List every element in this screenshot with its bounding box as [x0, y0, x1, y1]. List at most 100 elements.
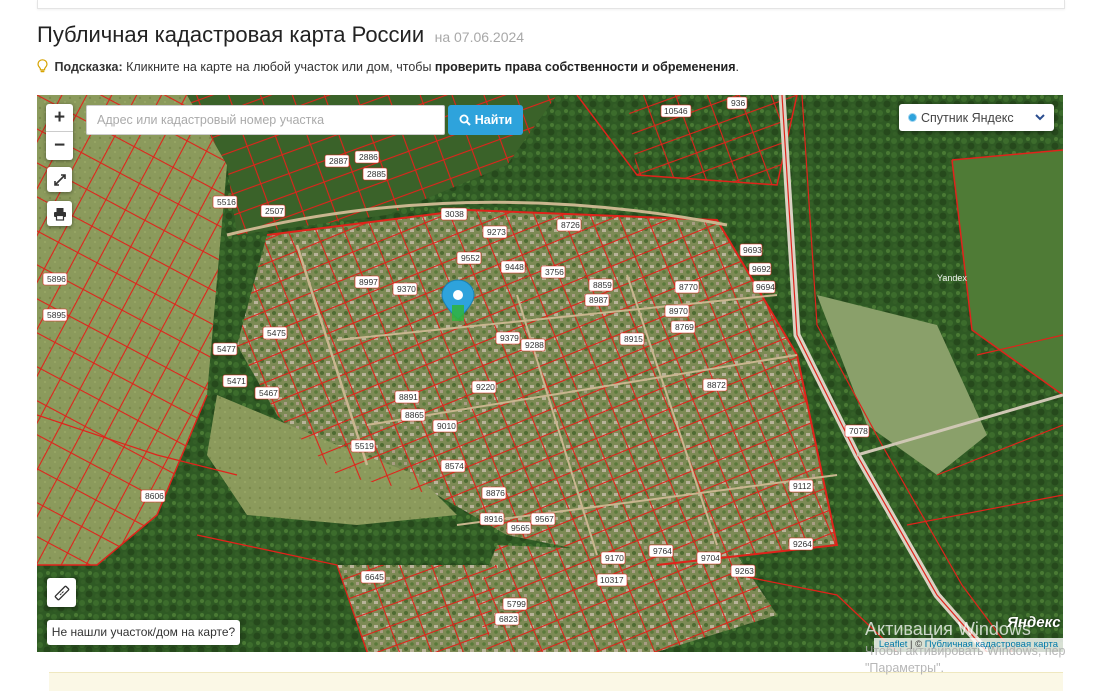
measure-button[interactable] [47, 578, 76, 607]
plot-label: 8970 [664, 304, 690, 318]
svg-text:3038: 3038 [445, 209, 464, 219]
plot-label: 8726 [556, 218, 582, 232]
plot-label: 9565 [506, 521, 532, 535]
svg-text:5516: 5516 [217, 197, 236, 207]
plot-label: 9448 [500, 260, 526, 274]
plot-label: 5516 [212, 195, 238, 209]
plot-label: 8872 [702, 378, 728, 392]
svg-text:5519: 5519 [355, 441, 374, 451]
svg-text:9010: 9010 [437, 421, 456, 431]
zoom-control: + − [46, 104, 73, 160]
svg-text:9370: 9370 [397, 284, 416, 294]
search-button[interactable]: Найти [448, 105, 523, 135]
plot-label: 6823 [494, 612, 520, 626]
ownership-check-link[interactable]: проверить права собственности и обремене… [435, 60, 736, 74]
plot-label: 8769 [670, 320, 696, 334]
svg-text:8865: 8865 [405, 410, 424, 420]
plot-label: 8916 [479, 512, 505, 526]
svg-text:9692: 9692 [752, 264, 771, 274]
plot-label: 5895 [42, 308, 68, 322]
svg-text:8970: 8970 [669, 306, 688, 316]
layer-select-value: Спутник Яндекс [921, 110, 1014, 125]
windows-activation-text: Чтобы активировать Windows, пер [865, 644, 1066, 658]
plot-label: 2886 [354, 150, 380, 164]
plot-label: 9704 [696, 551, 722, 565]
satellite-imagery[interactable]: 2887 2886 2885 3038 8726 9273 9552 9448 … [37, 95, 1063, 652]
address-search-input[interactable] [86, 105, 445, 135]
plot-label: 9273 [482, 225, 508, 239]
lightbulb-icon [37, 59, 48, 73]
plot-label: 9263 [730, 564, 756, 578]
plot-label: 8891 [394, 390, 420, 404]
plot-label: 8876 [481, 486, 507, 500]
svg-text:5467: 5467 [259, 388, 278, 398]
plot-label: 2885 [362, 167, 388, 181]
print-button[interactable] [47, 201, 72, 226]
plot-label: 10317 [596, 573, 628, 587]
plot-label: 5471 [222, 374, 248, 388]
svg-text:8770: 8770 [679, 282, 698, 292]
svg-text:8916: 8916 [484, 514, 503, 524]
svg-text:9264: 9264 [793, 539, 812, 549]
svg-text:8606: 8606 [145, 491, 164, 501]
hint: Подсказка: Кликните на карте на любой уч… [37, 59, 739, 74]
hint-text: Кликните на карте на любой участок или д… [122, 60, 435, 74]
svg-text:10317: 10317 [600, 575, 624, 585]
layer-select[interactable]: Спутник Яндекс [899, 104, 1054, 131]
plot-label: 9567 [530, 512, 556, 526]
plot-label: 2887 [324, 154, 350, 168]
plot-label: 2507 [260, 204, 286, 218]
zoom-in-button[interactable]: + [46, 104, 73, 132]
windows-activation-title: Активация Windows [865, 619, 1031, 639]
svg-text:2885: 2885 [367, 169, 386, 179]
svg-text:9764: 9764 [653, 546, 672, 556]
svg-text:9273: 9273 [487, 227, 506, 237]
ruler-icon [54, 585, 69, 600]
chevron-down-icon [1035, 114, 1045, 121]
plot-label: 3756 [540, 265, 566, 279]
hint-label: Подсказка: [54, 60, 123, 74]
plot-label: 9694 [752, 280, 776, 294]
plot-label: 5799 [502, 597, 528, 611]
svg-text:8891: 8891 [399, 392, 418, 402]
not-found-button[interactable]: Не нашли участок/дом на карте? [47, 620, 240, 645]
plot-label: 5475 [262, 326, 288, 340]
search-icon [459, 114, 471, 126]
svg-text:8915: 8915 [624, 334, 643, 344]
plot-label: 5477 [212, 342, 238, 356]
hint-end: . [735, 60, 740, 74]
svg-text:7078: 7078 [849, 426, 868, 436]
plot-label: 3038 [440, 207, 468, 221]
windows-activation-text-2: "Параметры". [865, 661, 944, 675]
zoom-out-button[interactable]: − [46, 132, 73, 160]
plot-label: 5467 [254, 386, 280, 400]
plot-label: 9379 [495, 331, 521, 345]
plot-label: 8859 [588, 278, 614, 292]
search-button-label: Найти [474, 113, 513, 127]
svg-text:6645: 6645 [365, 572, 384, 582]
svg-text:9112: 9112 [793, 481, 812, 491]
plot-label: 9692 [748, 262, 772, 276]
fullscreen-button[interactable] [47, 167, 72, 192]
svg-text:9263: 9263 [735, 566, 754, 576]
svg-text:9448: 9448 [505, 262, 524, 272]
cadastral-map[interactable]: 2887 2886 2885 3038 8726 9273 9552 9448 … [37, 95, 1063, 652]
svg-text:2887: 2887 [329, 156, 348, 166]
svg-text:8872: 8872 [707, 380, 726, 390]
svg-text:9565: 9565 [511, 523, 530, 533]
fullscreen-icon [53, 173, 66, 186]
svg-text:6823: 6823 [499, 614, 518, 624]
page-header: Публичная кадастровая карта России на 07… [37, 22, 524, 48]
plot-label: 9370 [392, 282, 418, 296]
svg-text:8859: 8859 [593, 280, 612, 290]
svg-text:936: 936 [731, 98, 745, 108]
svg-text:8876: 8876 [486, 488, 505, 498]
plot-label: 9112 [788, 479, 814, 493]
plot-label: 8606 [140, 489, 166, 503]
svg-text:10546: 10546 [664, 106, 688, 116]
plot-label: 9693 [739, 243, 763, 257]
plot-label: 8770 [674, 280, 700, 294]
plot-label: 8987 [584, 293, 610, 307]
svg-text:5896: 5896 [47, 274, 66, 284]
svg-text:5799: 5799 [507, 599, 526, 609]
